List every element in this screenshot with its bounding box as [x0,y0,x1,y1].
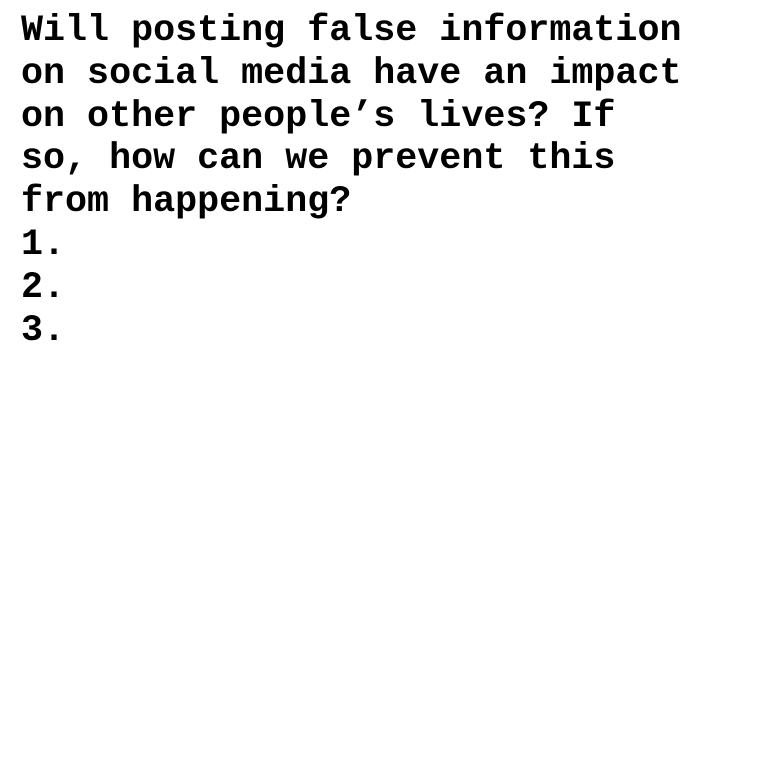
numbered-list: 1. 2. 3. [21,224,751,352]
question-line: on social media have an impact [21,52,682,95]
question-line: from happening? [21,181,352,224]
question-text: Will posting false information on social… [21,10,751,224]
question-line: Will posting false information [21,10,682,52]
list-item-1: 1. [21,223,66,266]
list-item-3: 3. [21,309,66,352]
question-line: on other people’s lives? If [21,95,616,138]
list-item-2: 2. [21,266,66,309]
text-document: Will posting false information on social… [21,10,751,352]
question-line: so, how can we prevent this [21,138,616,181]
